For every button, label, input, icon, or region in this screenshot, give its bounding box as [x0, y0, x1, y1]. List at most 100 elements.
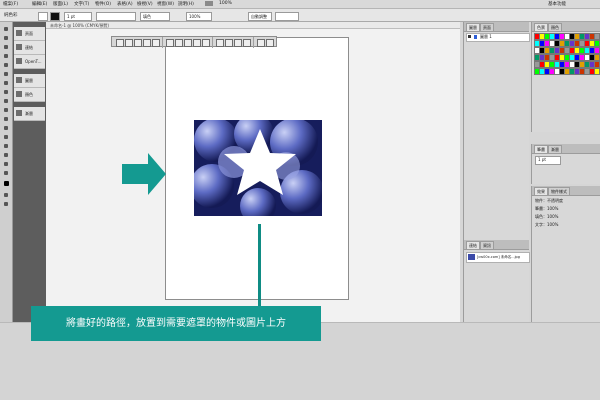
tab-effects[interactable]: 效果 — [534, 187, 548, 195]
view-mode-icon[interactable] — [2, 192, 11, 199]
tab-layers[interactable]: 圖層 — [466, 23, 480, 31]
tab-gradient[interactable]: 漸層 — [548, 145, 562, 154]
effects-row[interactable]: 填色：100% — [535, 214, 558, 220]
menu-help[interactable]: 說明(H) — [178, 1, 194, 7]
distribute-bottom-icon[interactable] — [184, 39, 192, 47]
link-row[interactable]: [cw00x.com] 未命名...jpg — [466, 252, 530, 263]
bridge-icon[interactable] — [205, 1, 213, 6]
distribute-top-icon[interactable] — [166, 39, 174, 47]
dock-item-layers[interactable]: 圖層 — [14, 74, 45, 88]
align-center-icon[interactable] — [125, 39, 133, 47]
align-right-icon[interactable] — [134, 39, 142, 47]
rectangle-frame-tool-icon[interactable] — [2, 98, 11, 105]
gradient-tool-icon[interactable] — [2, 134, 11, 141]
fill-select[interactable]: 填色 — [140, 12, 170, 21]
workspace-switcher[interactable]: 基本功能 — [548, 1, 566, 7]
tab-swatches[interactable]: 色票 — [534, 23, 548, 31]
distribute-right-icon[interactable] — [202, 39, 210, 47]
flip-icon[interactable] — [266, 39, 274, 47]
pathfinder-subtract-icon[interactable] — [225, 39, 233, 47]
dock-item-color[interactable]: 顏色 — [14, 88, 45, 102]
zoom-tool-icon[interactable] — [2, 170, 11, 177]
pathfinder-add-icon[interactable] — [216, 39, 224, 47]
callout-line — [258, 224, 261, 307]
tab-stroke[interactable]: 筆畫 — [534, 145, 548, 153]
dock-item-pages[interactable]: 頁面 — [14, 27, 45, 41]
direct-selection-tool-icon[interactable] — [2, 35, 11, 42]
option-button[interactable] — [275, 12, 299, 21]
color-swatch[interactable] — [594, 40, 600, 47]
menu-edit[interactable]: 編輯(E) — [32, 1, 47, 7]
effects-row[interactable]: 文字：100% — [535, 222, 558, 228]
hand-tool-icon[interactable] — [2, 161, 11, 168]
tab-links[interactable]: 連結 — [466, 241, 480, 249]
pen-tool-icon[interactable] — [2, 80, 11, 87]
tab-pages[interactable]: 頁面 — [480, 23, 494, 32]
effects-row[interactable]: 筆畫：100% — [535, 206, 558, 212]
percent-field[interactable]: 100% — [186, 12, 212, 21]
note-tool-icon[interactable] — [2, 143, 11, 150]
color-swatch[interactable] — [594, 68, 600, 75]
links-icon — [16, 44, 22, 50]
menu-layout[interactable]: 版面(L) — [53, 1, 68, 7]
placed-hydrangea-image[interactable] — [194, 120, 322, 216]
fill-swatch[interactable] — [38, 12, 48, 21]
stroke-swatch[interactable] — [50, 12, 60, 21]
tab-object-styles[interactable]: 物件樣式 — [548, 187, 570, 196]
control-bar: 純色彩 1 pt 填色 100% 自動調整 — [0, 9, 600, 22]
menu-object[interactable]: 物件(O) — [95, 1, 111, 7]
menu-window[interactable]: 視窗(W) — [157, 1, 174, 7]
tab-info[interactable]: 資訊 — [480, 241, 494, 250]
effects-row[interactable]: 物件：不透明度 — [535, 198, 563, 204]
rotate-icon[interactable] — [257, 39, 265, 47]
instruction-callout: 將畫好的路徑，放置到需要遮罩的物件或圖片上方 — [31, 306, 321, 341]
effects-panel: 效果 物件樣式 物件：不透明度 筆畫：100% 填色：100% 文字：100% — [531, 186, 600, 322]
eyedropper-tool-icon[interactable] — [2, 152, 11, 159]
fill-stroke-icon[interactable] — [2, 180, 11, 187]
image-with-star-path — [194, 120, 322, 216]
stroke-weight-field[interactable]: 1 pt — [64, 12, 92, 21]
stroke-panel: 筆畫 漸層 1 pt — [531, 144, 600, 184]
layers-icon — [16, 77, 22, 83]
menu-view[interactable]: 檢視(V) — [137, 1, 153, 7]
eye-icon[interactable] — [468, 35, 471, 38]
line-tool-icon[interactable] — [2, 71, 11, 78]
align-middle-icon[interactable] — [152, 39, 160, 47]
menu-table[interactable]: 表格(A) — [117, 1, 133, 7]
type-tool-icon[interactable] — [2, 62, 11, 69]
stroke-weight-input[interactable]: 1 pt — [535, 156, 561, 165]
dock-item-opentype[interactable]: OpenT... — [14, 55, 45, 69]
scissors-tool-icon[interactable] — [2, 116, 11, 123]
zoom-level[interactable]: 100% — [219, 1, 232, 6]
color-swatch[interactable] — [594, 54, 600, 61]
layer-row[interactable]: 圖層 1 — [466, 33, 530, 42]
align-left-icon[interactable] — [116, 39, 124, 47]
pencil-tool-icon[interactable] — [2, 89, 11, 96]
menu-file[interactable]: 檔案(F) — [3, 1, 18, 7]
align-top-icon[interactable] — [143, 39, 151, 47]
dock-item-links[interactable]: 連結 — [14, 41, 45, 55]
distribute-center-icon[interactable] — [175, 39, 183, 47]
opentype-icon — [16, 58, 22, 64]
toolbar-divider — [162, 37, 163, 48]
tab-color[interactable]: 顏色 — [548, 23, 562, 32]
pathfinder-intersect-icon[interactable] — [234, 39, 242, 47]
screen-mode-icon[interactable] — [2, 201, 11, 208]
links-panel: 連結 資訊 [cw00x.com] 未命名...jpg — [463, 240, 530, 322]
free-transform-tool-icon[interactable] — [2, 125, 11, 132]
pathfinder-exclude-icon[interactable] — [243, 39, 251, 47]
gap-tool-icon[interactable] — [2, 53, 11, 60]
dock-item-gradient[interactable]: 漸層 — [14, 107, 45, 121]
document-tab[interactable]: 未命名-1 @ 100% (CMYK/預覽) — [46, 22, 460, 29]
auto-fit-button[interactable]: 自動調整 — [248, 12, 272, 21]
color-swatch[interactable] — [594, 61, 600, 68]
color-swatch[interactable] — [594, 47, 600, 54]
stroke-type-select[interactable] — [96, 12, 136, 21]
color-swatch[interactable] — [594, 33, 600, 40]
distribute-left-icon[interactable] — [193, 39, 201, 47]
swatch-grid[interactable] — [534, 33, 600, 77]
menu-type[interactable]: 文字(T) — [74, 1, 89, 7]
rectangle-tool-icon[interactable] — [2, 107, 11, 114]
page-tool-icon[interactable] — [2, 44, 11, 51]
selection-tool-icon[interactable] — [2, 26, 11, 33]
